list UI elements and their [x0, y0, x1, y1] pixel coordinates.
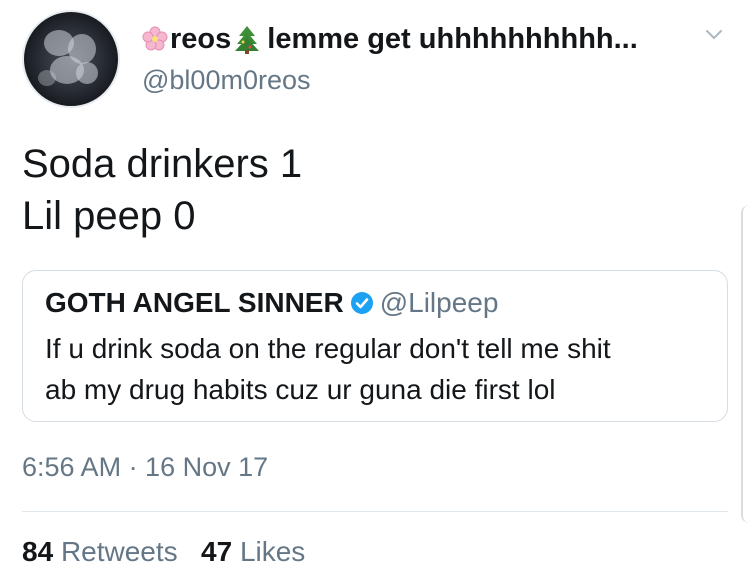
- quoted-tweet-header: GOTH ANGEL SINNER @Lilpeep: [45, 287, 498, 319]
- author-block: reos lemme get uhhhhhhhhhh... @bl00m0reo…: [142, 20, 638, 96]
- side-panel-edge: [741, 205, 750, 523]
- tweet-stats: 84 Retweets 47 Likes: [22, 536, 305, 568]
- display-name[interactable]: reos lemme get uhhhhhhhhhh...: [142, 20, 638, 58]
- verified-badge-icon: [350, 292, 373, 314]
- quoted-handle: @Lilpeep: [379, 287, 499, 318]
- chevron-down-icon[interactable]: [703, 24, 725, 46]
- divider: [22, 511, 728, 512]
- tweet-timestamp[interactable]: 6:56 AM · 16 Nov 17: [22, 452, 268, 483]
- retweets-stat[interactable]: 84 Retweets: [22, 536, 178, 567]
- christmas-tree-icon: [235, 26, 260, 54]
- display-name-text: reos: [170, 22, 232, 55]
- quoted-text-line: If u drink soda on the regular don't tel…: [45, 333, 611, 364]
- quoted-tweet-card[interactable]: GOTH ANGEL SINNER @Lilpeep If u drink so…: [22, 270, 728, 422]
- tweet-text-line: Lil peep 0: [22, 194, 196, 238]
- retweet-label: Retweets: [60, 536, 178, 567]
- cherry-blossom-icon: [142, 26, 168, 51]
- likes-stat[interactable]: 47 Likes: [201, 536, 305, 567]
- avatar[interactable]: [22, 10, 120, 108]
- quoted-text-line: ab my drug habits cuz ur guna die first …: [45, 374, 556, 405]
- user-handle[interactable]: @bl00m0reos: [142, 65, 638, 96]
- like-count: 47: [201, 536, 233, 567]
- quoted-display-name: GOTH ANGEL SINNER: [45, 287, 344, 318]
- display-name-suffix: lemme get uhhhhhhhhhh...: [267, 22, 638, 55]
- retweet-count: 84: [22, 536, 54, 567]
- like-label: Likes: [239, 536, 306, 567]
- tweet-text: Soda drinkers 1 Lil peep 0: [22, 138, 302, 242]
- tweet-text-line: Soda drinkers 1: [22, 142, 303, 186]
- quoted-tweet-text: If u drink soda on the regular don't tel…: [45, 328, 705, 410]
